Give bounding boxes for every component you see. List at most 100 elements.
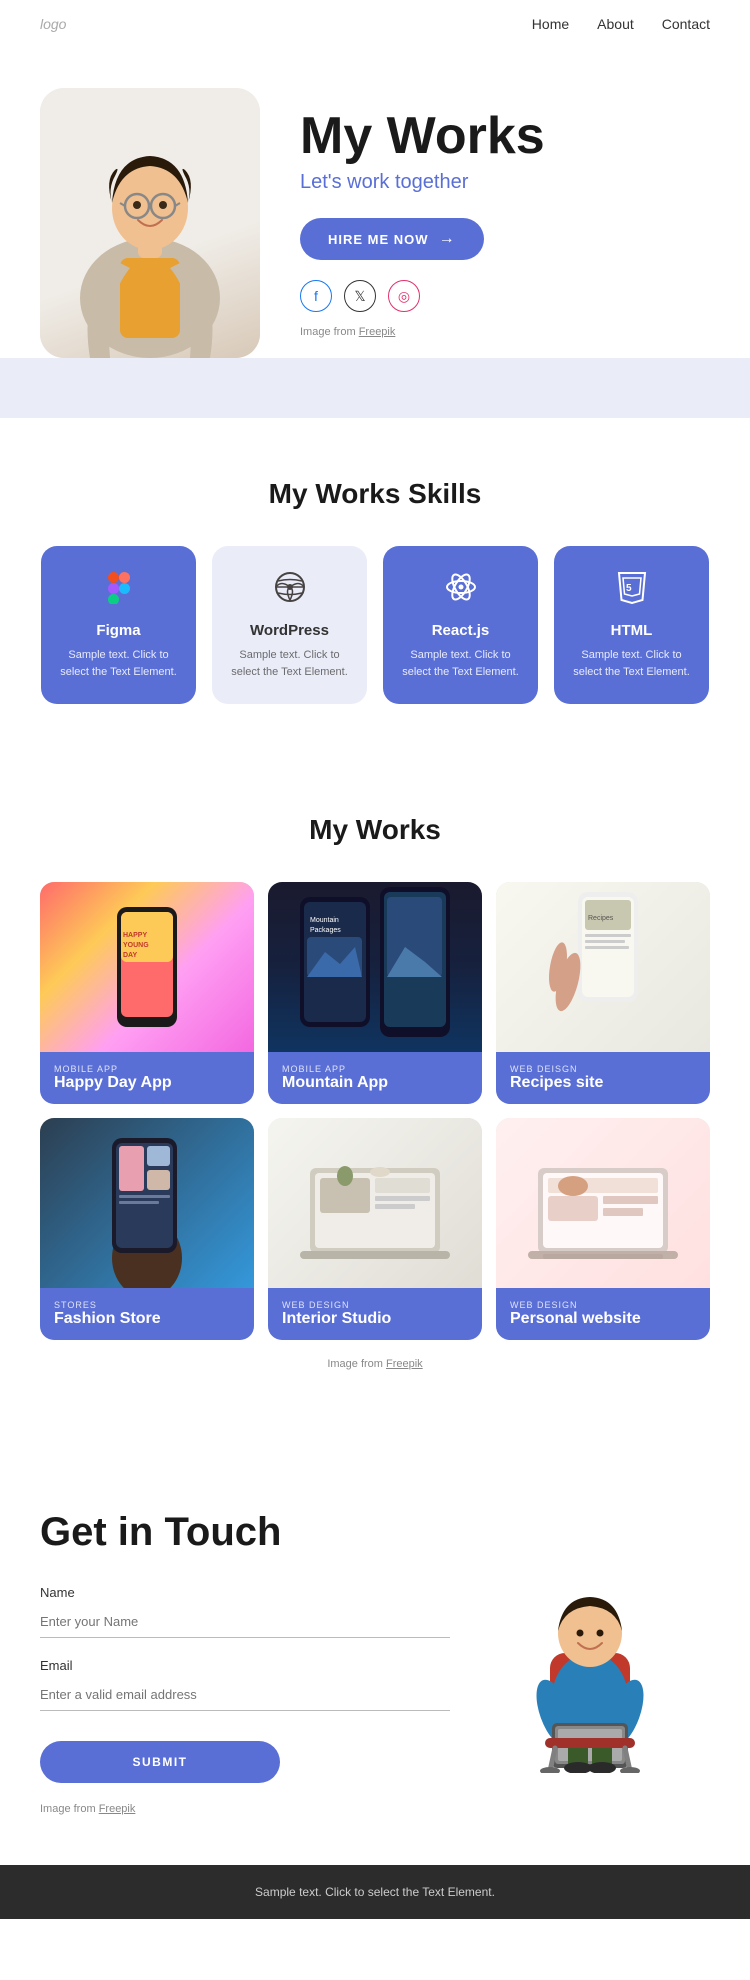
footer: Sample text. Click to select the Text El… <box>0 1865 750 1919</box>
svg-text:Recipes: Recipes <box>588 915 614 922</box>
nav-about[interactable]: About <box>597 16 634 32</box>
email-input[interactable] <box>40 1679 450 1711</box>
instagram-icon[interactable]: ◎ <box>388 280 420 312</box>
name-field-group: Name <box>40 1585 450 1638</box>
fashion-mockup <box>72 1118 222 1288</box>
skills-grid: Figma Sample text. Click to select the T… <box>40 546 710 704</box>
hero-subtitle: Let's work together <box>300 171 710 194</box>
skill-figma: Figma Sample text. Click to select the T… <box>41 546 196 704</box>
svg-text:Mountain: Mountain <box>310 917 339 924</box>
name-input[interactable] <box>40 1606 450 1638</box>
skill-wordpress: WordPress Sample text. Click to select t… <box>212 546 367 704</box>
contact-illustration <box>470 1510 710 1815</box>
reactjs-name: React.js <box>399 622 522 639</box>
contact-section: Get in Touch Name Email SUBMIT Image fro… <box>0 1450 750 1865</box>
contact-image-credit: Image from Freepik <box>40 1803 450 1815</box>
freepik-link-contact[interactable]: Freepik <box>99 1803 136 1815</box>
phone-mockup-happy-day: HAPPY YOUNG DAY <box>107 902 187 1032</box>
skills-title: My Works Skills <box>40 478 710 510</box>
html-icon: 5 <box>570 570 693 612</box>
work-overlay-happy-day: MOBILE APP Happy Day App <box>40 1052 254 1104</box>
work-image-happy-day: HAPPY YOUNG DAY <box>40 882 254 1052</box>
svg-text:HAPPY: HAPPY <box>123 932 147 939</box>
works-image-credit: Image from Freepik <box>40 1358 710 1370</box>
work-name-interior: Interior Studio <box>282 1310 468 1328</box>
arrow-icon: → <box>439 230 456 248</box>
works-title: My Works <box>40 814 710 846</box>
work-category-recipes: WEB DEISGN <box>510 1064 696 1074</box>
work-name-recipes: Recipes site <box>510 1074 696 1092</box>
name-label: Name <box>40 1585 450 1600</box>
work-card-personal[interactable]: WEB DESIGN Personal website <box>496 1118 710 1340</box>
work-name-mountain: Mountain App <box>282 1074 468 1092</box>
recipes-mockup: Recipes <box>543 882 663 1052</box>
hero-image-wrapper <box>40 88 260 358</box>
nav-contact[interactable]: Contact <box>662 16 710 32</box>
mountain-mockup: Mountain Packages <box>295 882 455 1052</box>
svg-text:Packages: Packages <box>310 927 341 934</box>
react-icon <box>399 570 522 612</box>
work-card-happy-day[interactable]: HAPPY YOUNG DAY MOBILE APP Happy Day App <box>40 882 254 1104</box>
skill-html: 5 HTML Sample text. Click to select the … <box>554 546 709 704</box>
freepik-link-hero[interactable]: Freepik <box>359 326 396 338</box>
work-category-personal: WEB DESIGN <box>510 1300 696 1310</box>
figma-name: Figma <box>57 622 180 639</box>
work-image-recipes: Recipes <box>496 882 710 1052</box>
work-image-fashion <box>40 1118 254 1288</box>
svg-text:5: 5 <box>626 583 632 594</box>
figma-desc: Sample text. Click to select the Text El… <box>57 647 180 680</box>
email-label: Email <box>40 1658 450 1673</box>
wordpress-icon <box>228 570 351 612</box>
work-category-happy-day: MOBILE APP <box>54 1064 240 1074</box>
freepik-link-works[interactable]: Freepik <box>386 1358 423 1370</box>
work-category-interior: WEB DESIGN <box>282 1300 468 1310</box>
work-image-interior <box>268 1118 482 1288</box>
work-overlay-personal: WEB DESIGN Personal website <box>496 1288 710 1340</box>
facebook-icon[interactable]: f <box>300 280 332 312</box>
work-overlay-interior: WEB DESIGN Interior Studio <box>268 1288 482 1340</box>
personal-mockup <box>523 1118 683 1288</box>
work-card-mountain[interactable]: Mountain Packages MOBILE APP Mountain Ap… <box>268 882 482 1104</box>
nav-links: Home About Contact <box>532 16 710 32</box>
hero-image <box>40 88 260 358</box>
html-desc: Sample text. Click to select the Text El… <box>570 647 693 680</box>
work-card-interior[interactable]: WEB DESIGN Interior Studio <box>268 1118 482 1340</box>
work-overlay-fashion: STORES Fashion Store <box>40 1288 254 1340</box>
hero-title: My Works <box>300 108 710 165</box>
twitter-icon[interactable]: 𝕏 <box>344 280 376 312</box>
work-category-mountain: MOBILE APP <box>282 1064 468 1074</box>
work-image-mountain: Mountain Packages <box>268 882 482 1052</box>
work-name-personal: Personal website <box>510 1310 696 1328</box>
work-card-fashion[interactable]: STORES Fashion Store <box>40 1118 254 1340</box>
email-field-group: Email <box>40 1658 450 1711</box>
svg-text:YOUNG: YOUNG <box>123 942 149 949</box>
hero-person-illustration <box>50 98 250 358</box>
hero-image-credit: Image from Freepik <box>300 326 710 338</box>
wordpress-desc: Sample text. Click to select the Text El… <box>228 647 351 680</box>
hero-band <box>0 358 750 418</box>
social-icons: f 𝕏 ◎ <box>300 280 710 312</box>
work-overlay-mountain: MOBILE APP Mountain App <box>268 1052 482 1104</box>
nav-logo: logo <box>40 16 66 32</box>
contact-form-area: Get in Touch Name Email SUBMIT Image fro… <box>40 1510 450 1815</box>
works-section: My Works HAPPY YOUNG DAY MOBILE APP Happ… <box>0 754 750 1450</box>
skill-reactjs: React.js Sample text. Click to select th… <box>383 546 538 704</box>
works-grid: HAPPY YOUNG DAY MOBILE APP Happy Day App… <box>40 882 710 1340</box>
skills-section: My Works Skills Figma Sample text. Click… <box>0 418 750 754</box>
wordpress-name: WordPress <box>228 622 351 639</box>
svg-text:DAY: DAY <box>123 952 137 959</box>
work-category-fashion: STORES <box>54 1300 240 1310</box>
contact-title: Get in Touch <box>40 1510 450 1555</box>
work-name-fashion: Fashion Store <box>54 1310 240 1328</box>
work-overlay-recipes: WEB DEISGN Recipes site <box>496 1052 710 1104</box>
contact-person-svg <box>490 1553 690 1773</box>
work-image-personal <box>496 1118 710 1288</box>
footer-text: Sample text. Click to select the Text El… <box>255 1885 495 1899</box>
hero-content: My Works Let's work together HIRE ME NOW… <box>300 108 710 338</box>
nav-home[interactable]: Home <box>532 16 569 32</box>
submit-button[interactable]: SUBMIT <box>40 1741 280 1783</box>
navbar: logo Home About Contact <box>0 0 750 48</box>
work-card-recipes[interactable]: Recipes WEB DEISGN Recipes site <box>496 882 710 1104</box>
work-name-happy-day: Happy Day App <box>54 1074 240 1092</box>
hire-me-button[interactable]: HIRE ME NOW → <box>300 218 484 260</box>
